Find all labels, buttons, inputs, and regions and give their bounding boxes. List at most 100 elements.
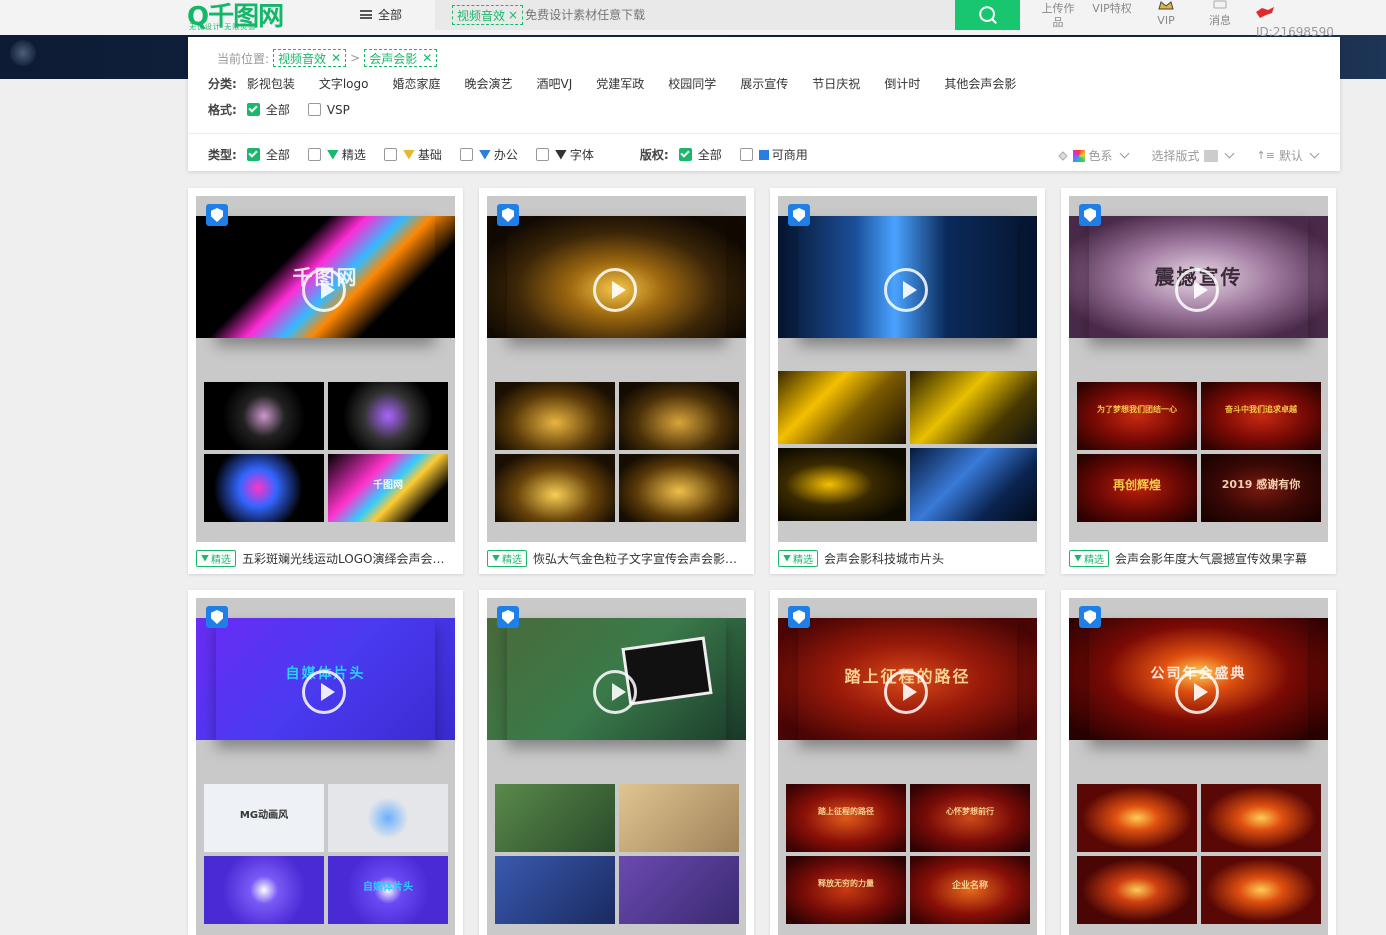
template-card[interactable]: 自媒体片头 MG动画风 自媒体片头 <box>188 590 463 935</box>
template-thumbnail[interactable] <box>487 196 746 542</box>
type-option-basic[interactable]: 基础 <box>383 146 442 163</box>
checkbox[interactable] <box>739 148 753 161</box>
search-button[interactable] <box>955 0 1020 30</box>
gem-icon <box>492 554 500 562</box>
template-thumbnail[interactable]: 千图网 千图网 <box>196 196 455 542</box>
breadcrumb-tag-vsp[interactable]: 会声会影 ✕ <box>364 49 438 67</box>
commercial-badge-icon <box>1079 204 1101 226</box>
preview-frame: 2019 感谢有你 <box>1201 454 1321 522</box>
format-option-vsp[interactable]: VSP <box>307 103 350 117</box>
close-icon[interactable]: ✕ <box>422 51 432 65</box>
breadcrumb: 当前位置: 视频音效 ✕ > 会声会影 ✕ <box>217 49 438 67</box>
category-item[interactable]: 婚恋家庭 <box>392 75 440 92</box>
sort-order-dropdown[interactable]: ↑≡ 默认 <box>1257 147 1320 164</box>
upload-link[interactable]: 上传作品 <box>1038 0 1078 30</box>
category-item[interactable]: 酒吧VJ <box>537 75 573 92</box>
logo[interactable]: Q千图网 无忧设计 无限灵感 <box>187 0 284 34</box>
checkbox[interactable] <box>246 103 260 116</box>
template-thumbnail[interactable] <box>487 598 746 935</box>
template-card[interactable]: 精选 会声会影科技城市片头 <box>770 188 1045 574</box>
category-item[interactable]: 展示宣传 <box>740 75 788 92</box>
search-input[interactable] <box>523 8 928 22</box>
gem-icon <box>201 554 209 562</box>
play-icon[interactable] <box>593 670 637 714</box>
template-thumbnail[interactable]: 自媒体片头 MG动画风 自媒体片头 <box>196 598 455 935</box>
category-item[interactable]: 影视包装 <box>247 75 295 92</box>
checkbox[interactable] <box>678 148 692 161</box>
frame-text: 奋斗中我们追求卓越 <box>1225 405 1297 414</box>
sort-order-label: 默认 <box>1278 149 1303 163</box>
play-icon[interactable] <box>884 670 928 714</box>
template-card[interactable]: 踏上征程的路径 踏上征程的路径 心怀梦想前行 释放无穷的力量 企业名称 <box>770 590 1045 935</box>
sort-controls: 色系 选择版式 ↑≡ 默认 <box>1057 147 1320 164</box>
checkbox[interactable] <box>246 148 260 161</box>
category-item[interactable]: 节日庆祝 <box>812 75 860 92</box>
preview-frame <box>778 371 906 444</box>
commercial-icon <box>758 149 769 160</box>
checkbox[interactable] <box>459 148 473 161</box>
template-card[interactable]: 精选 恢弘大气金色粒子文字宣传会声会影模板 <box>479 188 754 574</box>
card-title[interactable]: 恢弘大气金色粒子文字宣传会声会影模板 <box>533 550 738 567</box>
type-option-featured[interactable]: 精选 <box>307 146 366 163</box>
layout-filter-label: 选择版式 <box>1151 149 1200 163</box>
type-option-font[interactable]: 字体 <box>535 146 594 163</box>
copyright-option-all[interactable]: 全部 <box>678 146 722 163</box>
checkbox[interactable] <box>535 148 549 161</box>
category-item[interactable]: 校园同学 <box>668 75 716 92</box>
category-item[interactable]: 文字logo <box>319 75 369 92</box>
template-thumbnail[interactable]: 震撼宣传 为了梦想我们团结一心 奋斗中我们追求卓越 再创辉煌 2019 感谢有你 <box>1069 196 1328 542</box>
preview-grid: 为了梦想我们团结一心 奋斗中我们追求卓越 再创辉煌 2019 感谢有你 <box>1077 382 1321 522</box>
user-avatar-icon[interactable] <box>1254 4 1276 20</box>
template-card[interactable]: 公司年会盛典 <box>1061 590 1336 935</box>
category-item[interactable]: 倒计时 <box>884 75 920 92</box>
checkbox[interactable] <box>307 148 321 161</box>
category-label: 分类: <box>208 77 237 91</box>
close-icon[interactable]: × <box>508 8 518 22</box>
black-gem-icon <box>554 149 567 160</box>
search-tag-label: 视频音效 <box>457 8 506 23</box>
category-item[interactable]: 晚会演艺 <box>464 75 512 92</box>
template-thumbnail[interactable]: 踏上征程的路径 踏上征程的路径 心怀梦想前行 释放无穷的力量 企业名称 <box>778 598 1037 935</box>
search-category-tag[interactable]: 视频音效 × <box>452 5 524 25</box>
copyright-option-commercial[interactable]: 可商用 <box>739 146 808 163</box>
type-option-office[interactable]: 办公 <box>459 146 518 163</box>
card-footer: 精选 五彩斑斓光线运动LOGO演绎会声会影模板 <box>196 546 455 570</box>
card-title[interactable]: 会声会影科技城市片头 <box>824 550 1029 567</box>
play-icon[interactable] <box>1175 268 1219 312</box>
layout-filter-dropdown[interactable]: 选择版式 <box>1151 147 1234 164</box>
option-label: 全部 <box>265 103 290 117</box>
preview-frame <box>909 371 1037 444</box>
play-icon[interactable] <box>884 268 928 312</box>
template-card[interactable]: 震撼宣传 为了梦想我们团结一心 奋斗中我们追求卓越 再创辉煌 2019 感谢有你… <box>1061 188 1336 574</box>
message-link[interactable]: 消息 <box>1200 0 1240 28</box>
category-item[interactable]: 其他会声会影 <box>944 75 1016 92</box>
play-icon[interactable] <box>302 268 346 312</box>
template-card[interactable]: 千图网 千图网 精选 五彩斑斓光线运动LOGO演绎会声会影模板 <box>188 188 463 574</box>
type-option-all[interactable]: 全部 <box>246 146 290 163</box>
close-icon[interactable]: ✕ <box>331 51 341 65</box>
checkbox[interactable] <box>383 148 397 161</box>
play-icon[interactable] <box>302 670 346 714</box>
vip-privilege-link[interactable]: VIP特权 <box>1092 0 1132 16</box>
card-title[interactable]: 五彩斑斓光线运动LOGO演绎会声会影模板 <box>242 550 447 567</box>
checkbox[interactable] <box>307 103 321 116</box>
commercial-badge-icon <box>497 606 519 628</box>
template-card[interactable] <box>479 590 754 935</box>
breadcrumb-tag-video[interactable]: 视频音效 ✕ <box>273 49 347 67</box>
preview-grid <box>1077 784 1321 924</box>
template-thumbnail[interactable]: 公司年会盛典 <box>1069 598 1328 935</box>
preview-frame <box>495 382 615 450</box>
format-option-all[interactable]: 全部 <box>246 101 290 118</box>
format-row: 格式: 全部 VSP <box>208 101 368 118</box>
template-thumbnail[interactable] <box>778 196 1037 542</box>
card-title[interactable]: 会声会影年度大气震撼宣传效果字幕 <box>1115 550 1320 567</box>
play-icon[interactable] <box>1175 670 1219 714</box>
all-menu-button[interactable]: 全部 <box>360 6 402 23</box>
color-filter-dropdown[interactable]: 色系 <box>1057 147 1129 164</box>
copyright-label: 版权: <box>639 148 669 162</box>
play-icon[interactable] <box>593 268 637 312</box>
chevron-down-icon <box>1119 148 1129 159</box>
category-item[interactable]: 党建军政 <box>596 75 644 92</box>
preview-frame: 再创辉煌 <box>1077 454 1197 522</box>
vip-link[interactable]: VIP <box>1146 0 1186 28</box>
